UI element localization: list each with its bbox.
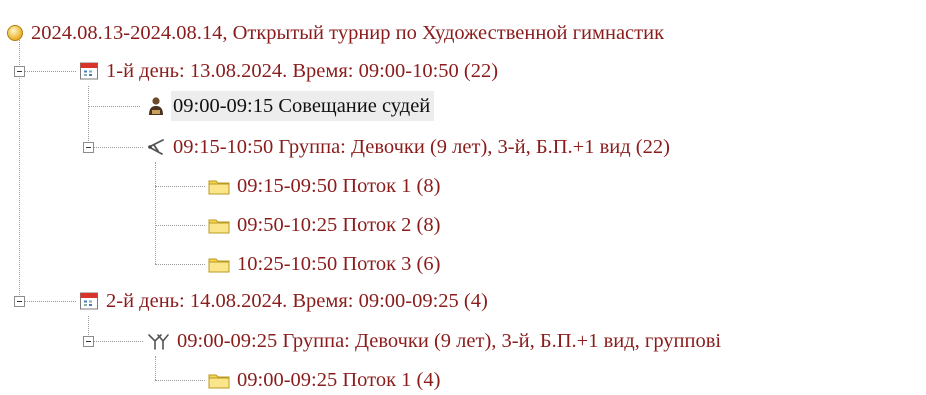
- tree-line: [93, 147, 143, 148]
- tree-node-label: 09:00-09:25 Поток 1 (4): [237, 369, 441, 391]
- tree-line: [24, 71, 76, 72]
- folder-icon: [208, 371, 230, 389]
- tree-line: [155, 264, 205, 265]
- tree-node-day2[interactable]: 2-й день: 14.08.2024. Время: 09:00-09:25…: [79, 286, 492, 316]
- tree-node-label: 09:00-09:25 Группа: Девочки (9 лет), 3-й…: [177, 330, 722, 352]
- tree-node-label: 09:50-10:25 Поток 2 (8): [237, 214, 441, 236]
- collapse-toggle-group1[interactable]: [83, 142, 94, 153]
- tree-node-group2[interactable]: 09:00-09:25 Группа: Девочки (9 лет), 3-й…: [146, 326, 725, 356]
- collapse-toggle-day2[interactable]: [14, 296, 25, 307]
- judge-person-icon: [146, 96, 166, 116]
- folder-icon: [208, 255, 230, 273]
- tree-node-flow[interactable]: 09:00-09:25 Поток 1 (4): [208, 365, 444, 395]
- tree-node-label: 09:00-09:15 Совещание судей: [171, 91, 435, 121]
- tree-line: [155, 162, 156, 264]
- schedule-tree: 2024.08.13-2024.08.14, Открытый турнир п…: [0, 0, 926, 392]
- tree-line: [24, 301, 76, 302]
- tree-node-label: 1-й день: 13.08.2024. Время: 09:00-10:50…: [106, 60, 499, 82]
- folder-icon: [208, 177, 230, 195]
- tree-line: [155, 186, 205, 187]
- tree-line: [19, 40, 20, 301]
- tree-line: [93, 341, 143, 342]
- tree-node-label: 2024.08.13-2024.08.14, Открытый турнир п…: [31, 22, 665, 44]
- tree-node-root[interactable]: 2024.08.13-2024.08.14, Открытый турнир п…: [6, 18, 668, 48]
- tree-line: [88, 106, 140, 107]
- gymnast-group-icon: [146, 331, 170, 351]
- event-circle-icon: [6, 24, 24, 42]
- gymnast-single-icon: [146, 137, 166, 157]
- tree-line: [155, 356, 156, 380]
- folder-icon: [208, 216, 230, 234]
- tree-line: [88, 86, 89, 147]
- tree-node-label: 2-й день: 14.08.2024. Время: 09:00-09:25…: [106, 290, 488, 312]
- tree-node-group1[interactable]: 09:15-10:50 Группа: Девочки (9 лет), 3-й…: [146, 132, 674, 162]
- collapse-toggle-day1[interactable]: [14, 66, 25, 77]
- tree-node-label: 10:25-10:50 Поток 3 (6): [237, 253, 441, 275]
- tree-node-flow[interactable]: 09:15-09:50 Поток 1 (8): [208, 171, 444, 201]
- calendar-icon: [79, 291, 99, 311]
- tree-node-flow[interactable]: 10:25-10:50 Поток 3 (6): [208, 249, 444, 279]
- tree-node-flow[interactable]: 09:50-10:25 Поток 2 (8): [208, 210, 444, 240]
- collapse-toggle-group2[interactable]: [83, 336, 94, 347]
- tree-line: [155, 225, 205, 226]
- tree-node-label: 09:15-10:50 Группа: Девочки (9 лет), 3-й…: [173, 136, 670, 158]
- tree-line: [155, 380, 205, 381]
- tree-node-label: 09:15-09:50 Поток 1 (8): [237, 175, 441, 197]
- tree-node-meeting[interactable]: 09:00-09:15 Совещание судей: [146, 91, 435, 121]
- calendar-icon: [79, 61, 99, 81]
- tree-node-day1[interactable]: 1-й день: 13.08.2024. Время: 09:00-10:50…: [79, 56, 502, 86]
